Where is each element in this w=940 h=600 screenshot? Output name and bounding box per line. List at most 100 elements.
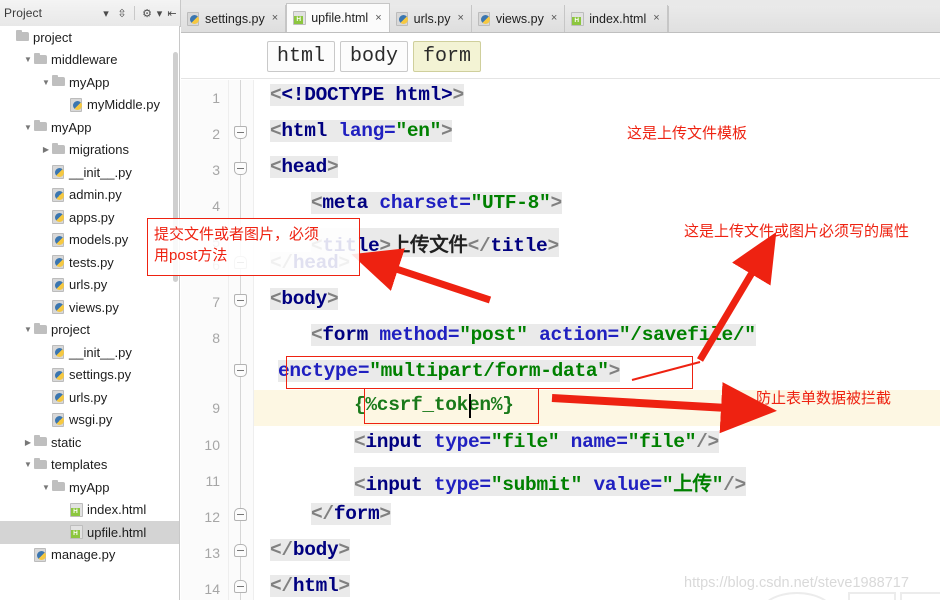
python-file-icon — [52, 232, 65, 247]
anno-template: 这是上传文件模板 — [627, 125, 748, 142]
tree-item-myapp[interactable]: ▼ myApp — [0, 116, 179, 139]
html-file-icon — [293, 11, 307, 25]
chevron-down-icon[interactable]: ▼ — [22, 123, 34, 132]
code-line-2: <html lang="en"> — [270, 120, 453, 142]
tree-item-urls-py[interactable]: urls.py — [0, 386, 179, 409]
collapse-icon[interactable]: ⇳ — [114, 4, 130, 22]
tree-item-mymiddle-py[interactable]: myMiddle.py — [0, 94, 179, 117]
tab-urls-py[interactable]: urls.py × — [389, 5, 472, 32]
code-line-1: <<!DOCTYPE html>> — [270, 84, 464, 106]
tab-label: settings.py — [205, 11, 265, 26]
chevron-down-icon[interactable]: ▼ — [22, 55, 34, 64]
breadcrumb-item-html[interactable]: html — [267, 40, 336, 72]
tree-item-upfile-html[interactable]: upfile.html — [0, 521, 179, 544]
tree-item-label: settings.py — [69, 367, 132, 383]
close-icon[interactable]: × — [272, 13, 278, 24]
fold-marker-body-end[interactable] — [234, 544, 247, 557]
tree-item-label: myApp — [51, 119, 92, 135]
gear-icon[interactable]: ⚙ — [139, 4, 155, 22]
code-folding-gutter[interactable] — [229, 80, 254, 600]
gear-chevron-icon[interactable]: ▾ — [155, 4, 164, 22]
chevron-down-icon[interactable]: ▼ — [22, 460, 34, 469]
tab-label: views.py — [495, 11, 544, 26]
close-icon[interactable]: × — [653, 13, 659, 24]
tree-item-label: myApp — [69, 479, 110, 495]
tree-item-static[interactable]: ▶ static — [0, 431, 179, 454]
chevron-right-icon[interactable]: ▶ — [22, 438, 34, 447]
tree-item-middleware[interactable]: ▼ middleware — [0, 49, 179, 72]
code-editor[interactable]: 1 2 3 4 5 6 7 8 9 10 11 12 13 14 — [181, 80, 940, 600]
tree-item-label: urls.py — [69, 277, 108, 293]
anno-post-line1: 提交文件或者图片，必须 — [154, 226, 320, 243]
tree-item-settings-py[interactable]: settings.py — [0, 364, 179, 387]
close-icon[interactable]: × — [457, 13, 463, 24]
tree-item-project[interactable]: project — [0, 26, 179, 49]
chevron-down-icon[interactable]: ▼ — [40, 78, 52, 87]
fold-marker-head[interactable] — [234, 162, 247, 175]
chevron-right-icon[interactable]: ▶ — [40, 145, 52, 154]
fold-marker-html-end[interactable] — [234, 580, 247, 593]
python-file-icon — [52, 300, 65, 315]
line-number: 9 — [212, 400, 220, 416]
fold-marker-form[interactable] — [234, 364, 247, 377]
tree-item-myapp[interactable]: ▼ myApp — [0, 71, 179, 94]
tab-views-py[interactable]: views.py × — [471, 5, 566, 32]
line-number: 10 — [204, 437, 220, 453]
line-number: 8 — [212, 330, 220, 346]
tree-item-wsgi-py[interactable]: wsgi.py — [0, 409, 179, 432]
tree-item-views-py[interactable]: views.py — [0, 296, 179, 319]
tree-item-index-html[interactable]: index.html — [0, 499, 179, 522]
tree-item-myapp[interactable]: ▼ myApp — [0, 476, 179, 499]
close-icon[interactable]: × — [551, 13, 557, 24]
breadcrumb-item-body[interactable]: body — [340, 40, 409, 72]
code-line-12: </form> — [311, 503, 391, 525]
python-file-icon — [395, 11, 409, 26]
python-file-icon — [52, 187, 65, 202]
highlight-box-csrf — [364, 388, 539, 424]
tree-item-manage-py[interactable]: manage.py — [0, 544, 179, 567]
tree-item-label: migrations — [69, 142, 129, 158]
chevron-down-icon[interactable]: ▼ — [40, 483, 52, 492]
python-file-icon — [52, 255, 65, 270]
line-number: 1 — [212, 90, 220, 106]
python-file-icon — [477, 11, 491, 26]
pycharm-window: Project ▾ ⇳ ⚙ ▾ ⇤ settings.py × upfile.h… — [0, 0, 940, 600]
tab-settings-py[interactable]: settings.py × — [181, 5, 287, 32]
python-file-icon — [187, 11, 200, 26]
python-file-icon — [52, 165, 65, 180]
fold-marker-form-end[interactable] — [234, 508, 247, 521]
tree-item---init---py[interactable]: __init__.py — [0, 161, 179, 184]
code-content[interactable]: <<!DOCTYPE html>> <html lang="en"> <head… — [254, 80, 940, 600]
breadcrumb-item-form[interactable]: form — [413, 40, 482, 72]
highlight-box-enctype — [286, 356, 693, 389]
tree-item-templates[interactable]: ▼ templates — [0, 454, 179, 477]
project-tree[interactable]: project ▼ middleware ▼ myApp myMiddle.py ▼ myAp… — [0, 26, 180, 600]
fold-marker-body[interactable] — [234, 294, 247, 307]
close-icon[interactable]: × — [375, 12, 381, 24]
tree-item-label: __init__.py — [69, 164, 132, 180]
folder-icon — [52, 142, 65, 157]
tree-item-migrations[interactable]: ▶ migrations — [0, 139, 179, 162]
tree-item-label: project — [33, 29, 73, 45]
fold-marker-html[interactable] — [234, 126, 247, 139]
toolbar-divider — [134, 6, 135, 20]
hide-panel-icon[interactable]: ⇤ — [164, 4, 180, 22]
tree-item-project[interactable]: ▼ project — [0, 319, 179, 342]
tree-item-label: admin.py — [69, 187, 122, 203]
tree-item-label: upfile.html — [87, 524, 147, 540]
tab-label: urls.py — [413, 11, 451, 26]
editor-tab-bar: settings.py × upfile.html × urls.py × vi… — [181, 0, 940, 33]
tree-item-urls-py[interactable]: urls.py — [0, 274, 179, 297]
anno-post-line2: 用post方法 — [154, 247, 228, 264]
html-file-icon — [70, 525, 83, 540]
chevron-down-icon[interactable]: ▼ — [22, 325, 34, 334]
tree-item-admin-py[interactable]: admin.py — [0, 184, 179, 207]
line-number: 2 — [212, 126, 220, 142]
code-line-7: <body> — [270, 288, 339, 310]
python-file-icon — [70, 97, 83, 112]
tab-index-html[interactable]: index.html × — [565, 5, 668, 32]
tree-item---init---py[interactable]: __init__.py — [0, 341, 179, 364]
chevron-down-icon[interactable]: ▾ — [98, 4, 114, 22]
tab-upfile-html[interactable]: upfile.html × — [286, 3, 390, 32]
tree-item-label: index.html — [87, 502, 147, 518]
